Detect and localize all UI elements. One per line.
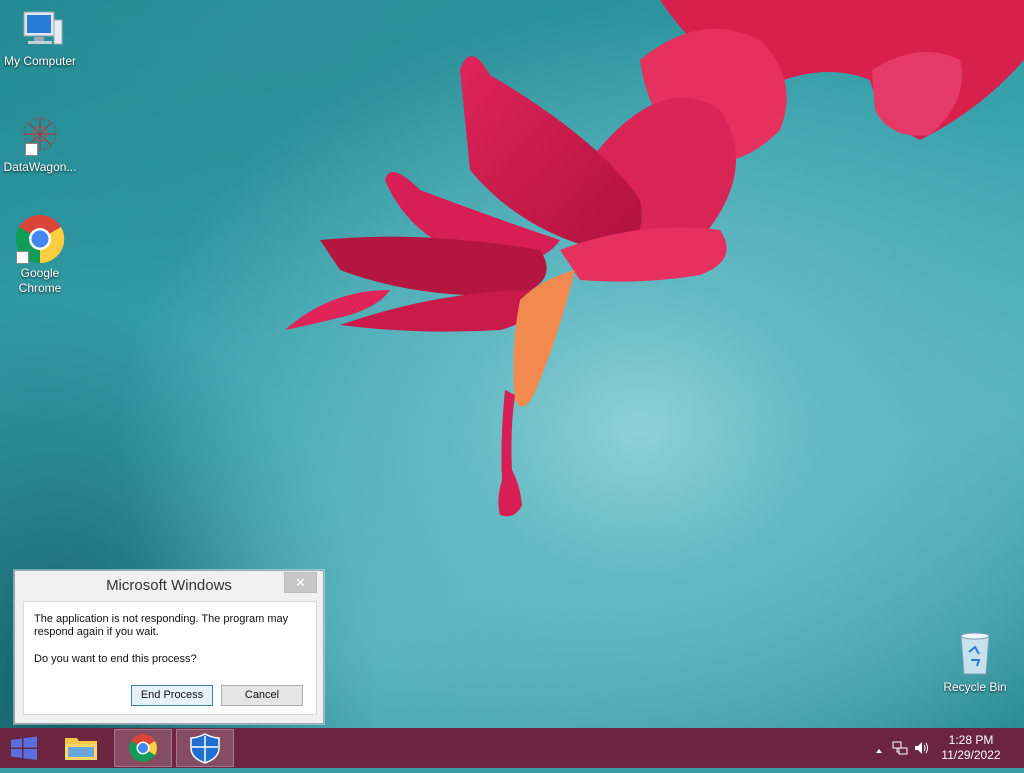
start-button[interactable] (0, 728, 48, 768)
dialog-title: Microsoft Windows (15, 571, 323, 601)
system-tray: 1:28 PM 11/29/2022 (864, 728, 1024, 768)
cancel-button[interactable]: Cancel (221, 685, 303, 706)
chrome-icon (129, 734, 157, 762)
dialog-message: The application is not responding. The p… (34, 613, 289, 638)
close-icon: ✕ (295, 575, 306, 590)
close-button[interactable]: ✕ (284, 572, 317, 593)
desktop-icon-label: My Computer (3, 54, 77, 68)
windows-logo-icon (11, 736, 37, 760)
taskbar-file-explorer[interactable] (52, 729, 110, 767)
taskbar-google-chrome[interactable] (114, 729, 172, 767)
desktop: My Computer DataWagon... Google Chrome R… (0, 0, 1024, 728)
shortcut-arrow-icon (16, 251, 29, 264)
desktop-icon-label: Recycle Bin (943, 680, 1007, 694)
end-process-button[interactable]: End Process (131, 685, 213, 706)
datawagon-icon (16, 114, 64, 158)
desktop-icon-recycle-bin[interactable]: Recycle Bin (935, 630, 1015, 695)
shield-icon (190, 733, 220, 764)
desktop-icon-label: Google Chrome (18, 266, 62, 295)
not-responding-dialog: Microsoft Windows ✕ The application is n… (14, 570, 324, 724)
show-hidden-icons-chevron-icon[interactable] (874, 743, 884, 761)
taskbar: 1:28 PM 11/29/2022 (0, 728, 1024, 768)
desktop-icon-google-chrome[interactable]: Google Chrome (0, 214, 80, 296)
clock-date: 11/29/2022 (941, 748, 1001, 762)
recycle-bin-icon (960, 632, 990, 675)
volume-icon[interactable] (914, 740, 932, 761)
folder-icon (65, 738, 97, 760)
chrome-icon (15, 214, 65, 264)
network-icon[interactable] (892, 740, 908, 761)
shortcut-arrow-icon (25, 143, 38, 156)
desktop-icon-my-computer[interactable]: My Computer (0, 10, 80, 69)
desktop-icon-datawagon[interactable]: DataWagon... (0, 114, 80, 175)
taskbar-windows-defender[interactable] (176, 729, 234, 767)
computer-icon (23, 11, 63, 45)
dialog-body: The application is not responding. The p… (23, 601, 317, 715)
clock-time: 1:28 PM (948, 733, 994, 747)
desktop-icon-label: DataWagon... (3, 160, 77, 174)
dialog-question: Do you want to end this process? (34, 653, 197, 665)
taskbar-clock[interactable]: 1:28 PM 11/29/2022 (936, 733, 1006, 763)
